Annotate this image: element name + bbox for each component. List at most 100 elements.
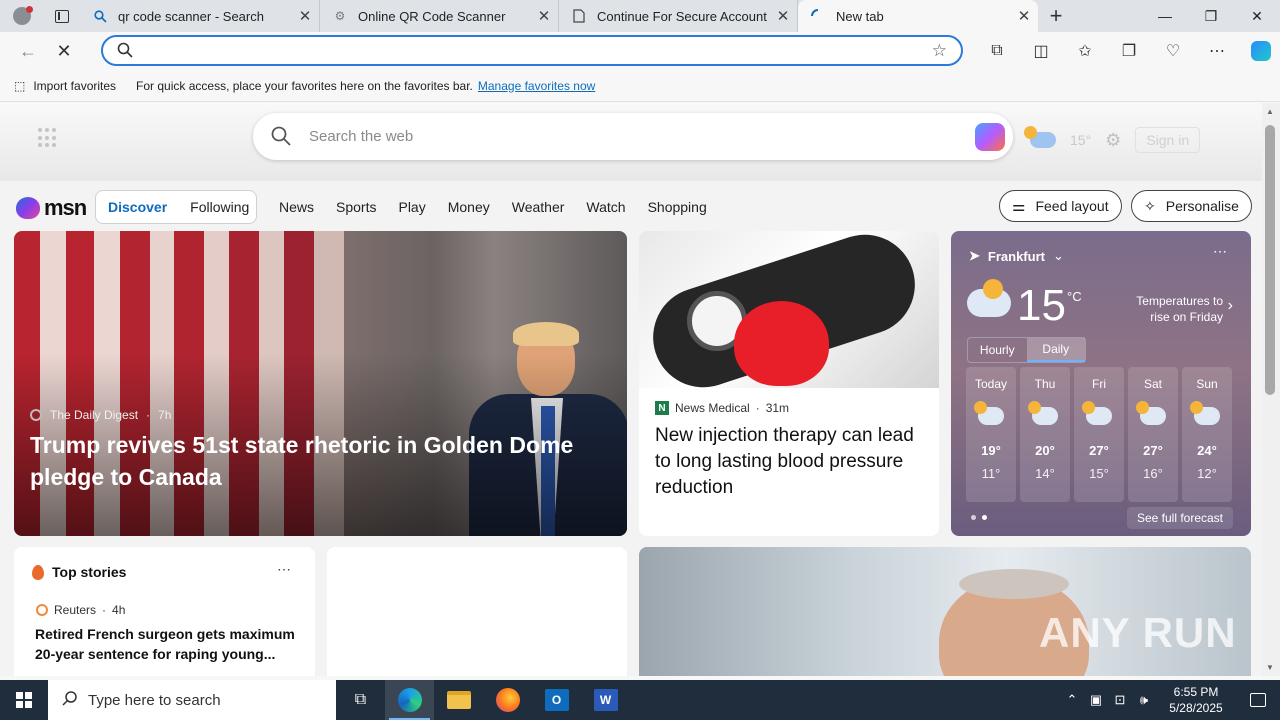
header-temperature[interactable]: 15° [1070, 132, 1091, 148]
back-button[interactable]: ← [10, 35, 46, 67]
search-icon [271, 126, 291, 151]
taskbar-edge[interactable] [385, 680, 434, 720]
category-nav: News Sports Play Money Weather Watch Sho… [279, 199, 707, 215]
scroll-down-icon[interactable]: ▼ [1266, 663, 1274, 672]
tab-close-icon[interactable]: ✕ [1010, 7, 1038, 25]
scrollbar-thumb[interactable] [1265, 125, 1275, 395]
tab-new-tab[interactable]: New tab ✕ [798, 0, 1038, 32]
hero-story-card[interactable]: The Daily Digest · 7h Trump revives 51st… [14, 231, 627, 536]
msn-logo[interactable]: msn [16, 195, 87, 221]
story-headline[interactable]: Trump revives 51st state rhetoric in Gol… [30, 429, 590, 493]
collections-icon[interactable]: ❐ [1107, 35, 1151, 67]
copilot-search-icon[interactable] [975, 123, 1005, 151]
nav-watch[interactable]: Watch [586, 199, 625, 215]
stop-loading-button[interactable]: ✕ [46, 35, 82, 67]
new-tab-button[interactable]: + [1038, 0, 1074, 32]
weather-location[interactable]: ➤ Frankfurt ⌄ [969, 248, 1064, 264]
profile-button[interactable] [0, 0, 44, 32]
tab-close-icon[interactable]: ✕ [291, 7, 319, 25]
workspaces-button[interactable] [44, 0, 80, 32]
medical-story-card[interactable]: N News Medical · 31m New injection thera… [639, 231, 939, 536]
windows-taskbar: Type here to search ⧉ O W ⌃ ▣ ⊡ 🕪 6:55 P… [0, 680, 1280, 720]
nav-play[interactable]: Play [398, 199, 425, 215]
nav-news[interactable]: News [279, 199, 314, 215]
favorite-star-icon[interactable]: ☆ [932, 41, 947, 61]
msn-nav-row: msn Discover Following News Sports Play … [0, 187, 1262, 227]
start-button[interactable] [0, 680, 48, 720]
scroll-up-icon[interactable]: ▲ [1266, 107, 1274, 116]
network-icon[interactable]: ⊡ [1108, 692, 1132, 708]
task-view-button[interactable]: ⧉ [336, 680, 385, 720]
address-bar[interactable]: ☆ [101, 35, 963, 66]
search-icon [62, 690, 78, 711]
split-screen-icon[interactable]: ◫ [1019, 35, 1063, 67]
gear-icon[interactable]: ⚙ [1105, 130, 1121, 151]
weather-card[interactable]: ➤ Frankfurt ⌄ ⋯ 15 °C Temperatures to ri… [951, 231, 1251, 536]
rain-sun-icon [1190, 401, 1220, 425]
tab-close-icon[interactable]: ✕ [769, 7, 797, 25]
device-icon[interactable]: ▣ [1084, 692, 1108, 708]
show-hidden-icons-chevron-icon[interactable]: ⌃ [1060, 692, 1084, 708]
apps-grid-icon[interactable] [38, 128, 58, 148]
forecast-day[interactable]: Fri 27° 15° [1074, 367, 1124, 502]
sign-in-button[interactable]: Sign in [1135, 127, 1201, 153]
story-headline[interactable]: Retired French surgeon gets maximum 20-y… [35, 624, 295, 664]
personalise-button[interactable]: ✧ Personalise [1131, 190, 1252, 222]
restore-button[interactable]: ❐ [1188, 0, 1234, 32]
taskbar-search[interactable]: Type here to search [48, 680, 336, 720]
tab-discover[interactable]: Discover [108, 199, 167, 215]
tab-title: Continue For Secure Account Lo [597, 8, 769, 24]
daily-tab[interactable]: Daily [1026, 338, 1085, 362]
forecast-day[interactable]: Thu 20° 14° [1020, 367, 1070, 502]
forecast-day[interactable]: Sat 27° 16° [1128, 367, 1178, 502]
top-stories-card: Top stories ⋯ Reuters · 4h Retired Frenc… [14, 547, 315, 676]
close-window-button[interactable]: ✕ [1234, 0, 1280, 32]
source-name: News Medical [675, 401, 750, 415]
forecast-day[interactable]: Today 19° 11° [966, 367, 1016, 502]
import-favorites-button[interactable]: Import favorites [33, 79, 116, 93]
story-image-card[interactable]: ANY RUN [639, 547, 1251, 676]
taskbar-file-explorer[interactable] [434, 680, 483, 720]
nav-shopping[interactable]: Shopping [648, 199, 707, 215]
taskbar-clock[interactable]: 6:55 PM 5/28/2025 [1156, 684, 1236, 716]
tab-qr-scanner[interactable]: ⚙ Online QR Code Scanner ✕ [320, 0, 559, 32]
see-full-forecast-button[interactable]: See full forecast [1126, 507, 1233, 529]
more-options-icon[interactable]: ⋯ [277, 561, 291, 578]
taskbar-outlook[interactable]: O [532, 680, 581, 720]
extensions-icon[interactable]: ⧉ [975, 35, 1019, 67]
page-scrollbar[interactable]: ▲ ▼ [1262, 103, 1280, 676]
favorites-icon[interactable]: ✩ [1063, 35, 1107, 67]
weather-note[interactable]: Temperatures to rise on Friday [1115, 293, 1223, 325]
volume-icon[interactable]: 🕪 [1132, 692, 1156, 708]
nav-money[interactable]: Money [448, 199, 490, 215]
partly-cloudy-icon [967, 279, 1011, 317]
settings-more-icon[interactable]: ⋯ [1195, 35, 1239, 67]
tab-following[interactable]: Following [190, 199, 249, 215]
hourly-tab[interactable]: Hourly [968, 338, 1027, 362]
notification-center-button[interactable] [1236, 693, 1280, 707]
forecast-day[interactable]: Sun 24° 12° [1182, 367, 1232, 502]
manage-favorites-link[interactable]: Manage favorites now [478, 79, 595, 93]
nav-weather[interactable]: Weather [512, 199, 565, 215]
taskbar-firefox[interactable] [483, 680, 532, 720]
tab-secure-account[interactable]: Continue For Secure Account Lo ✕ [559, 0, 798, 32]
carousel-dots[interactable] [971, 515, 987, 520]
tab-close-icon[interactable]: ✕ [530, 7, 558, 25]
browser-essentials-icon[interactable]: ♡ [1151, 35, 1195, 67]
story-headline[interactable]: New injection therapy can lead to long l… [655, 423, 925, 501]
feed-layout-button[interactable]: ⚌ Feed layout [999, 190, 1122, 222]
nav-sports[interactable]: Sports [336, 199, 376, 215]
more-options-icon[interactable]: ⋯ [1213, 243, 1227, 260]
copilot-icon[interactable] [1239, 35, 1280, 67]
minimize-button[interactable]: — [1142, 0, 1188, 32]
forecast-mode-toggle: Hourly Daily [967, 337, 1086, 363]
tab-title: qr code scanner - Search [118, 8, 264, 24]
high-temp: 27° [1143, 443, 1163, 458]
temperature-unit[interactable]: °C [1067, 289, 1082, 304]
chevron-right-icon[interactable]: › [1228, 297, 1233, 315]
anyrun-watermark: ANY RUN [1039, 609, 1237, 656]
tab-search[interactable]: qr code scanner - Search ✕ [80, 0, 320, 32]
web-search-box[interactable]: Search the web [253, 113, 1013, 160]
profile-alert-dot [26, 6, 33, 13]
taskbar-word[interactable]: W [581, 680, 630, 720]
